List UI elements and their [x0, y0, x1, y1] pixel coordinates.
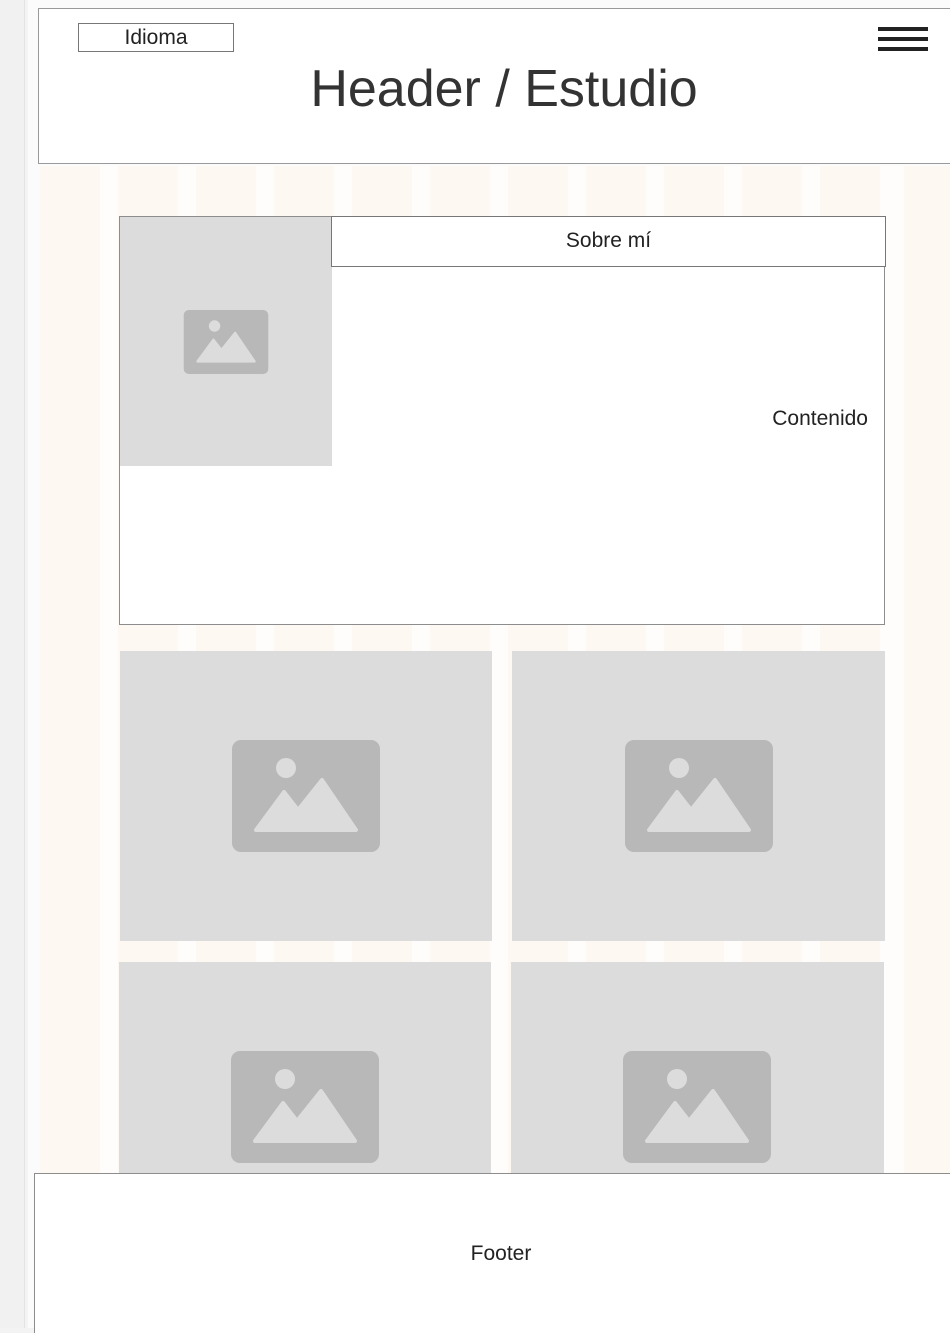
gallery-tile[interactable] — [512, 651, 885, 941]
image-placeholder-icon — [231, 1051, 379, 1163]
image-placeholder-icon — [183, 310, 269, 374]
gallery-tile[interactable] — [511, 962, 884, 1174]
footer-label: Footer — [470, 1242, 532, 1265]
image-placeholder-icon — [623, 1051, 771, 1163]
gallery-tile[interactable] — [120, 651, 492, 941]
page-footer: Footer — [34, 1173, 950, 1333]
hamburger-menu-icon[interactable] — [878, 27, 928, 57]
grid-column-guide — [40, 166, 100, 1176]
about-section: Sobre mí Contenido — [119, 216, 886, 625]
gallery-tile[interactable] — [119, 962, 491, 1174]
about-tab[interactable]: Sobre mí — [331, 216, 886, 267]
page-header: Idioma Header / Estudio — [38, 8, 950, 164]
about-content-label: Contenido — [772, 407, 868, 430]
language-button[interactable]: Idioma — [78, 23, 234, 52]
image-placeholder-icon — [232, 740, 380, 852]
about-image — [120, 217, 332, 466]
grid-column-guide — [904, 166, 950, 1176]
page-title: Header / Estudio — [310, 60, 698, 118]
image-placeholder-icon — [625, 740, 773, 852]
editor-left-panel — [0, 0, 25, 1328]
